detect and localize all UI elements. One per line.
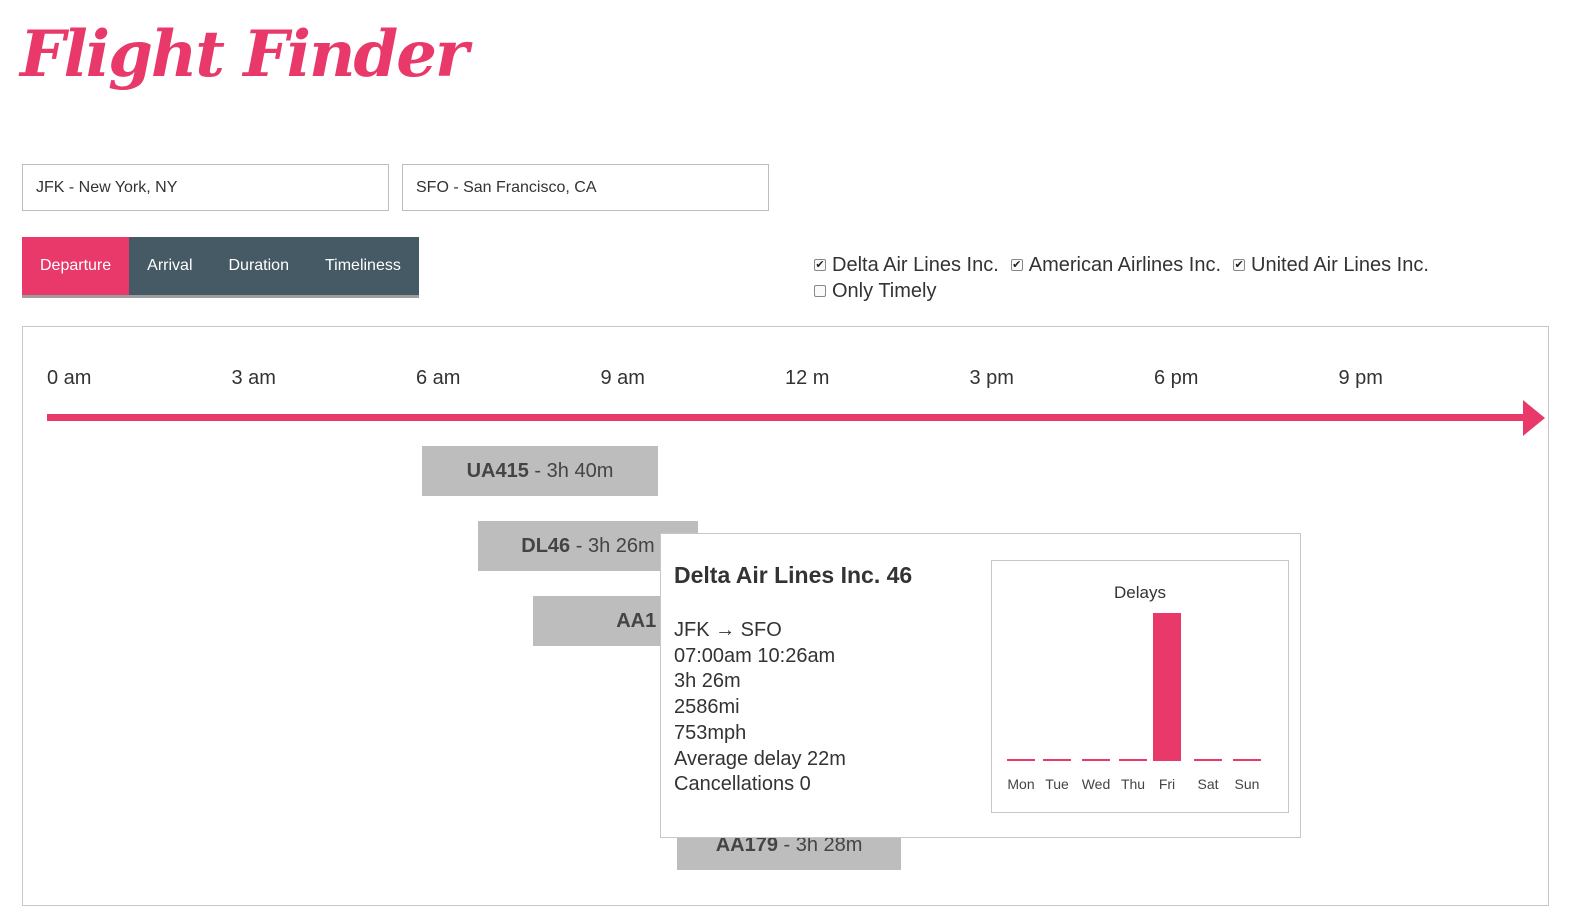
delays-chart-svg: Delays Mon Tue Wed Thu Fri Sat Sun — [1007, 583, 1261, 792]
delay-bar-sat — [1194, 759, 1222, 761]
sort-tabs: Departure Arrival Duration Timeliness — [22, 237, 419, 295]
origin-input[interactable] — [22, 164, 389, 211]
tooltip-cancellations: Cancellations 0 — [674, 773, 811, 796]
delay-bar-thu — [1119, 759, 1147, 761]
delay-bar-wed — [1082, 759, 1110, 761]
tooltip-distance: 2586mi — [674, 696, 740, 719]
american-checkbox[interactable]: ✔ — [1010, 259, 1023, 271]
tooltip-speed: 753mph — [674, 721, 747, 744]
delay-day-label: Tue — [1045, 776, 1069, 792]
tooltip-times: 07:00am 10:26am — [674, 644, 836, 667]
delta-checkbox[interactable]: ✔ — [814, 259, 826, 271]
time-tick-label: 6 am — [416, 367, 461, 389]
only-timely-checkbox[interactable] — [814, 285, 826, 297]
app-logo: Flight Finder — [20, 17, 469, 92]
tooltip-duration: 3h 26m — [674, 670, 741, 693]
tooltip-route: JFK → SFO — [674, 619, 782, 641]
tab-timeliness[interactable]: Timeliness — [307, 237, 419, 295]
only-timely-label: Only Timely — [832, 279, 937, 302]
time-tick-label: 9 pm — [1338, 367, 1383, 389]
flight-duration: - 3h 40m — [528, 460, 614, 482]
delay-day-label: Sun — [1235, 776, 1260, 792]
flight-duration: - 3h 26m — [570, 535, 655, 557]
time-tick-label: 9 am — [600, 367, 645, 389]
delta-label: Delta Air Lines Inc. — [832, 253, 999, 276]
time-tick-label: 12 m — [785, 367, 830, 389]
tab-arrival[interactable]: Arrival — [129, 237, 210, 295]
tab-departure[interactable]: Departure — [22, 237, 130, 295]
delay-bar-fri — [1153, 613, 1181, 761]
united-checkbox[interactable]: ✔ — [1233, 259, 1246, 271]
time-tick-label: 3 pm — [969, 367, 1014, 389]
time-tick-label: 0 am — [47, 367, 92, 389]
flight-tooltip: Delta Air Lines Inc. 46 JFK → SFO 07:00a… — [660, 533, 1301, 838]
delays-chart-title: Delays — [1114, 583, 1166, 602]
time-tick-label: 3 am — [231, 367, 276, 389]
airline-filters: ✔ Delta Air Lines Inc. ✔ American Airlin… — [814, 252, 1441, 304]
delay-day-label: Sat — [1197, 776, 1218, 792]
time-tick-label: 6 pm — [1154, 367, 1199, 389]
delay-bar-mon — [1007, 759, 1035, 761]
delay-day-label: Thu — [1121, 776, 1145, 792]
tooltip-title: Delta Air Lines Inc. 46 — [674, 562, 913, 588]
delays-chart: Delays Mon Tue Wed Thu Fri Sat Sun — [991, 560, 1289, 813]
flight-code: AA1 — [616, 610, 657, 632]
delay-bar-tue — [1043, 759, 1071, 761]
time-axis-arrow — [1523, 400, 1545, 436]
delay-bar-sun — [1233, 759, 1261, 761]
united-label: United Air Lines Inc. — [1251, 253, 1429, 276]
delay-day-label: Fri — [1159, 776, 1175, 792]
delay-day-label: Mon — [1007, 776, 1034, 792]
delay-day-label: Wed — [1082, 776, 1111, 792]
flight-bar-ua415[interactable]: UA415 - 3h 40m — [422, 446, 658, 496]
american-label: American Airlines Inc. — [1028, 253, 1222, 276]
flight-code: UA415 — [466, 460, 529, 482]
tab-duration[interactable]: Duration — [211, 237, 307, 295]
time-axis-line — [47, 414, 1527, 421]
tooltip-avg-delay: Average delay 22m — [674, 747, 846, 770]
flight-code: DL46 — [521, 535, 571, 557]
destination-input[interactable] — [402, 164, 769, 211]
